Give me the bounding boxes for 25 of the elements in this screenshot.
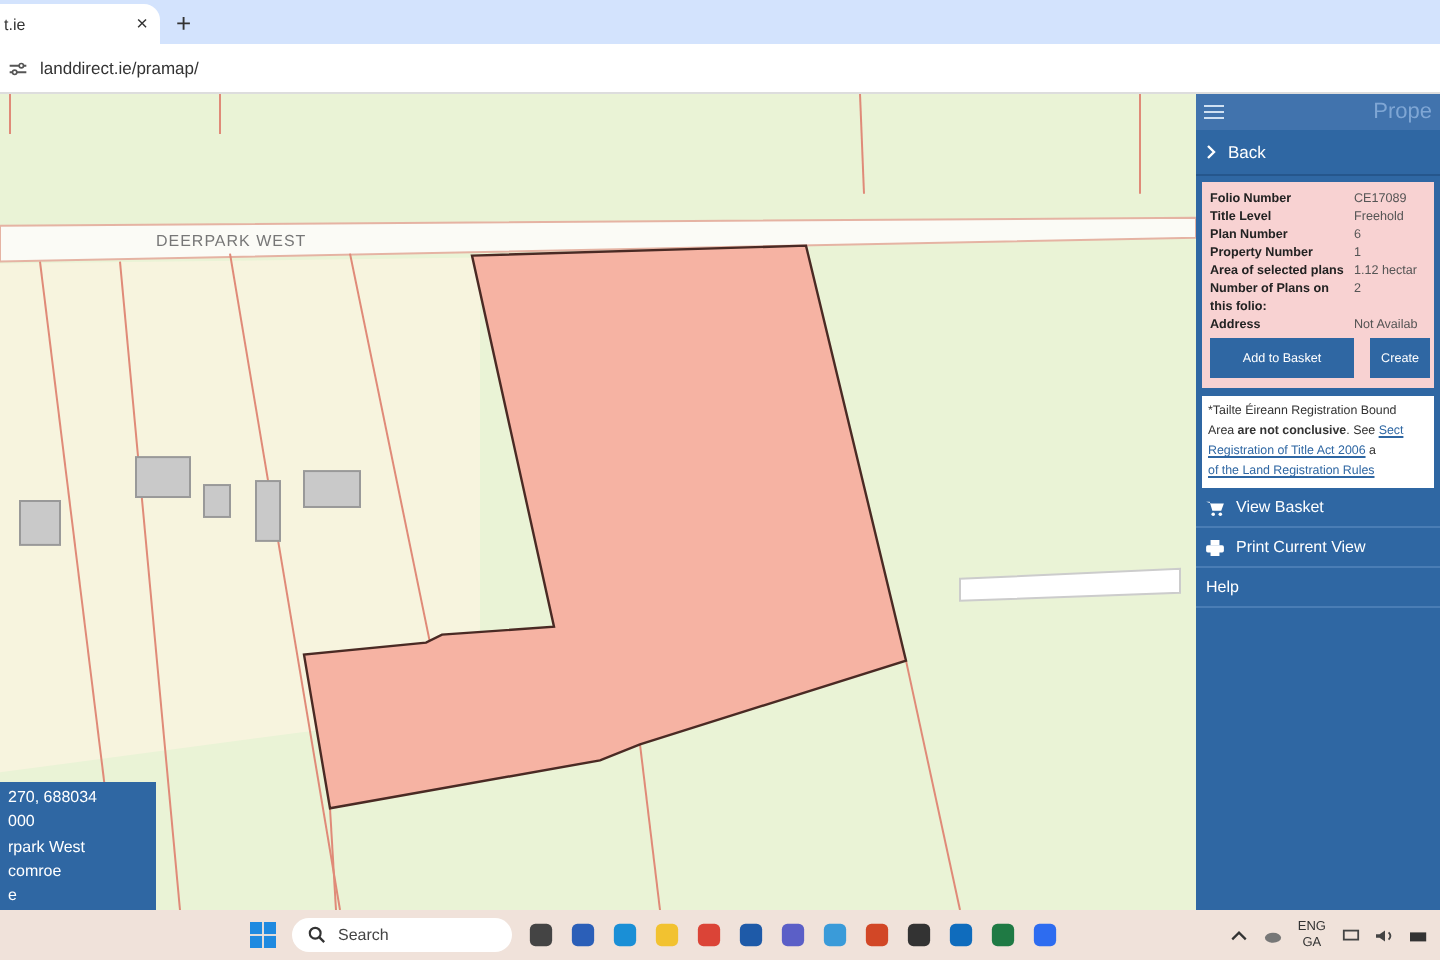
new-tab-button[interactable]: +	[176, 7, 192, 37]
panel-menu-item[interactable]: Print Current View	[1196, 528, 1440, 568]
panel-menu-item[interactable]: Help	[1196, 568, 1440, 608]
back-link[interactable]: Back	[1196, 130, 1440, 176]
menu-icon[interactable]	[1204, 104, 1224, 120]
tab-title: t.ie	[4, 15, 26, 33]
info-line: 270, 688034	[8, 788, 99, 806]
site-settings-icon[interactable]	[8, 59, 28, 77]
info-line: comroe	[8, 861, 64, 880]
chevron-icon	[1206, 144, 1216, 160]
cart-icon	[1206, 499, 1224, 515]
chevron-up-icon[interactable]	[1229, 927, 1248, 943]
info-line: e	[8, 886, 19, 904]
info-line: 000	[8, 812, 37, 831]
info-line: rpark West	[8, 837, 88, 855]
taskbar-search[interactable]: Search	[292, 918, 512, 952]
speaker-icon[interactable]	[1376, 927, 1394, 943]
search-icon	[308, 926, 326, 944]
browser-tab[interactable]: t.ie ×	[0, 4, 160, 44]
start-icon[interactable]	[250, 922, 276, 948]
close-tab-button[interactable]: ×	[136, 13, 148, 35]
panel-menu-item[interactable]: View Basket	[1196, 488, 1440, 528]
address-bar[interactable]: landdirect.ie/pramap/	[40, 58, 199, 78]
printer-icon	[1206, 539, 1224, 555]
panel-title: Prope	[1373, 100, 1432, 124]
